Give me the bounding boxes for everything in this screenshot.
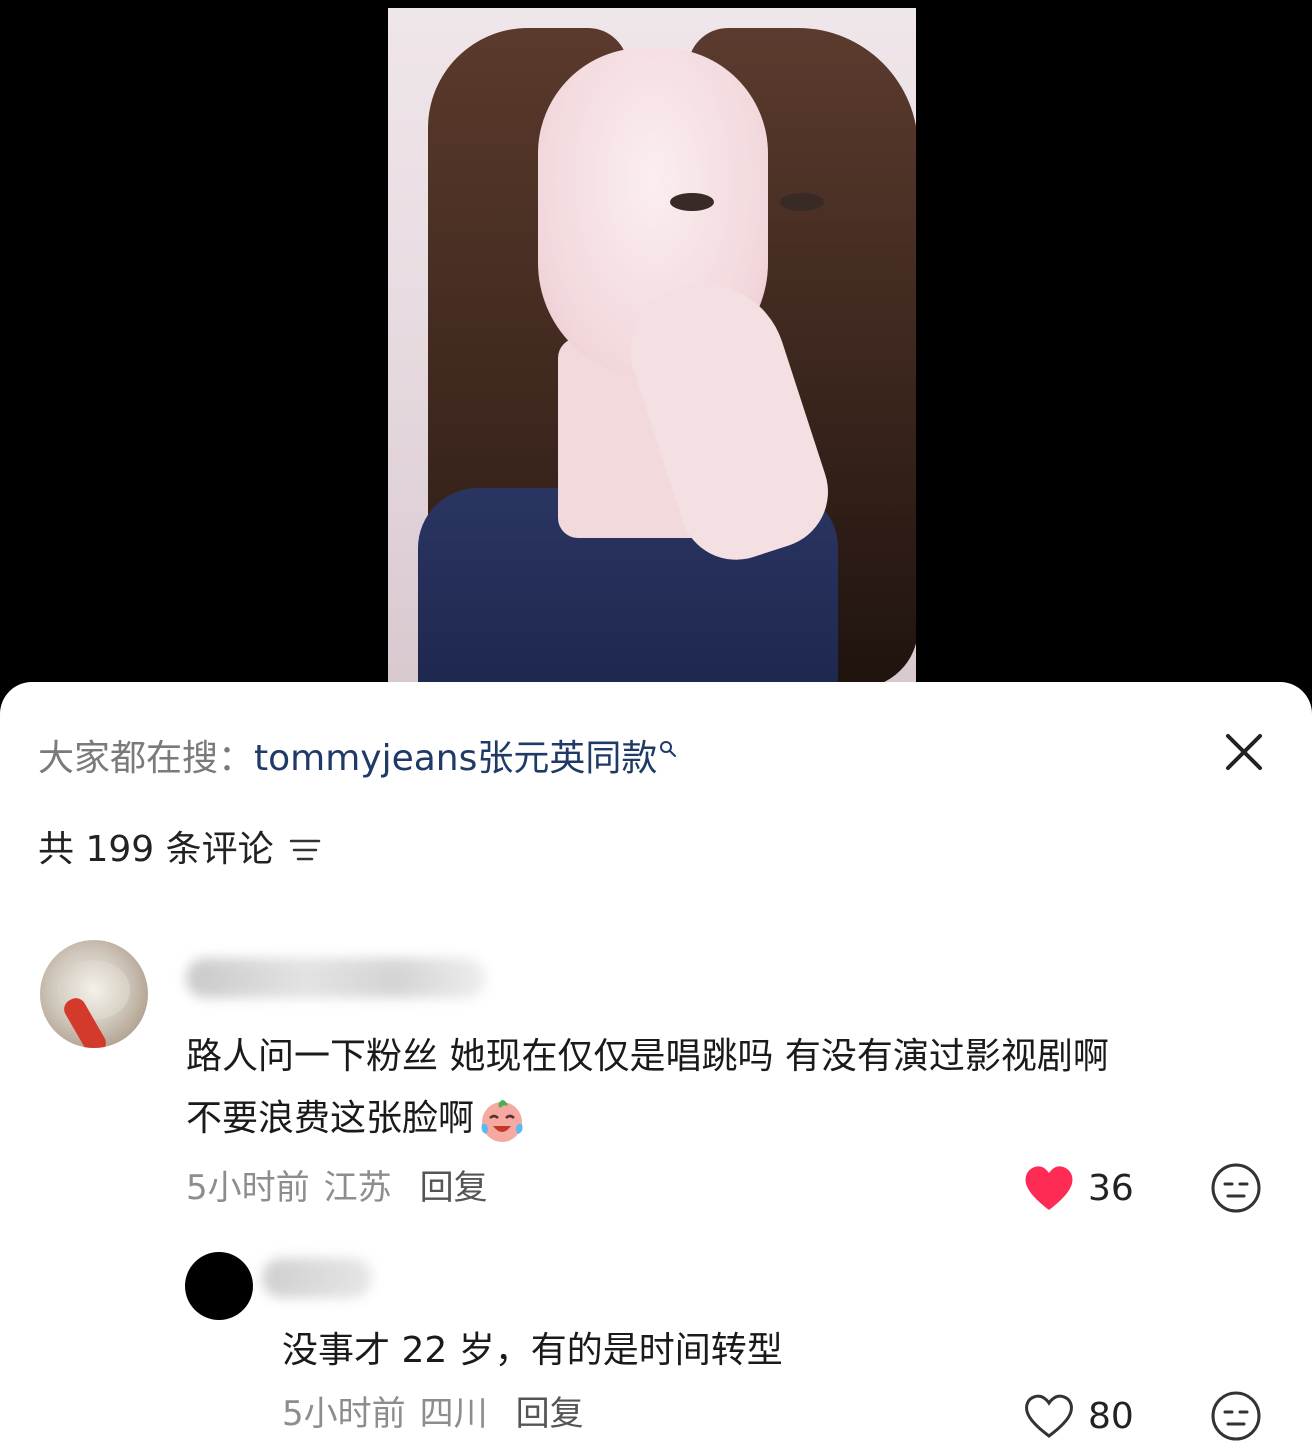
comment-text-line: 路人问一下粉丝 她现在仅仅是唱跳吗 有没有演过影视剧啊	[186, 1036, 1109, 1077]
search-suggestion-term[interactable]: tommyjeans张元英同款	[254, 738, 657, 779]
neutral-face-dislike-icon[interactable]	[1210, 1390, 1262, 1442]
sort-filter-icon[interactable]	[288, 833, 322, 867]
like-button[interactable]: 80	[1022, 1392, 1134, 1440]
neutral-face-dislike-icon[interactable]	[1210, 1162, 1262, 1214]
like-count: 36	[1088, 1167, 1134, 1209]
video-area[interactable]	[0, 0, 1312, 700]
video-figure-eye-right	[780, 193, 824, 211]
comment-location: 四川	[419, 1394, 488, 1434]
comment-time: 5小时前	[282, 1394, 406, 1434]
comment-location: 江苏	[323, 1168, 392, 1208]
comment-text-line-2: 不要浪费这张脸啊	[186, 1088, 1266, 1150]
crying-laughing-face-icon	[481, 1100, 523, 1142]
close-icon[interactable]	[1220, 728, 1268, 776]
search-icon	[660, 741, 677, 757]
comment-time: 5小时前	[186, 1168, 310, 1208]
heart-outline-icon	[1025, 1394, 1073, 1438]
comment-meta: 5小时前 四川 回复	[282, 1392, 584, 1436]
avatar[interactable]	[40, 940, 148, 1048]
video-figure-eye-left	[670, 193, 714, 211]
heart-filled-icon	[1025, 1166, 1073, 1210]
reply-button[interactable]: 回复	[516, 1394, 584, 1434]
like-count: 80	[1088, 1395, 1134, 1437]
comment-text: 没事才 22 岁，有的是时间转型	[282, 1330, 783, 1371]
comments-sheet: 大家都在搜：tommyjeans张元英同款 共 199 条评论 路人问一下粉丝 …	[0, 682, 1312, 1451]
comment-meta: 5小时前 江苏 回复	[186, 1166, 488, 1210]
search-suggestion[interactable]: 大家都在搜：tommyjeans张元英同款	[38, 734, 677, 784]
username-blurred[interactable]	[186, 958, 486, 998]
video-thumbnail[interactable]	[388, 8, 916, 700]
like-button[interactable]: 36	[1022, 1164, 1134, 1212]
comment-text: 路人问一下粉丝 她现在仅仅是唱跳吗 有没有演过影视剧啊 不要浪费这张脸啊	[186, 1026, 1266, 1150]
comment-count-header: 共 199 条评论	[38, 826, 322, 874]
username-blurred[interactable]	[262, 1258, 372, 1298]
reply-button[interactable]: 回复	[420, 1168, 488, 1208]
comment-count: 共 199 条评论	[38, 829, 274, 870]
avatar[interactable]	[185, 1252, 253, 1320]
search-suggestion-prefix: 大家都在搜：	[38, 738, 255, 779]
comment-text-line-2-content: 不要浪费这张脸啊	[186, 1098, 475, 1139]
